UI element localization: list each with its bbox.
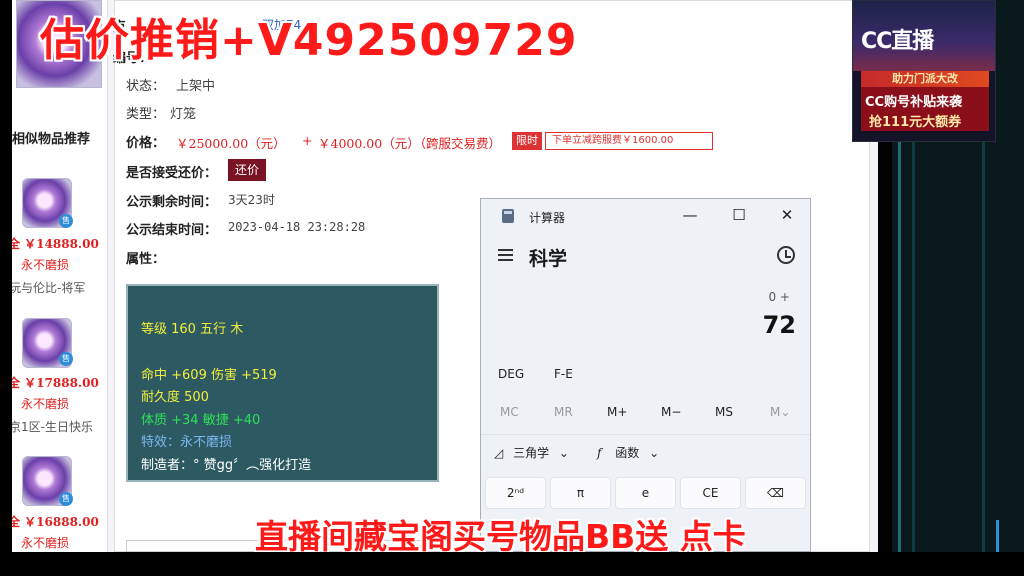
limited-time-discount: 下单立减跨服费￥1600.00: [545, 132, 713, 150]
mode-title: 科学: [529, 248, 568, 270]
function-dropdown[interactable]: f 函数 ⌄: [597, 444, 659, 461]
function-icon: f: [597, 446, 602, 460]
similar-items-title: 相似物品推荐: [12, 132, 91, 147]
status-value: 上架中: [176, 79, 216, 94]
similar-item-price: 全 ￥16888.00: [12, 515, 99, 529]
remaining-time-value: 3天23时: [228, 193, 275, 207]
maker-line: 制造者：° 赞gg〞︵强化打造: [141, 458, 312, 473]
second-key[interactable]: 2ⁿᵈ: [485, 477, 546, 509]
chevron-down-icon: ⌄: [558, 446, 569, 460]
result-display: 72: [762, 311, 796, 339]
hit-damage-line: 命中 +609 伤害 +519: [141, 368, 277, 383]
maximize-button[interactable]: ☐: [727, 205, 751, 225]
cc-live-promo[interactable]: CC直播 助力门派大改 CC购号补贴来袭 抢111元大额券: [852, 0, 996, 142]
m-minus-button[interactable]: M−: [661, 405, 681, 419]
similar-item-server[interactable]: 玩与伦比-将军: [12, 279, 85, 296]
attributes-panel: 等级 160 五行 木 命中 +609 伤害 +519 耐久度 500 体质 +…: [126, 284, 439, 482]
similar-item-server[interactable]: 京1区-生日快乐: [12, 418, 93, 435]
letterbox-bar: [0, 552, 1024, 576]
similar-item-tag: 永不磨损: [21, 536, 70, 550]
function-label: 函数: [615, 446, 640, 460]
durability-line: 耐久度 500: [141, 390, 209, 405]
cc-live-logo: CC直播: [861, 29, 934, 54]
price-label: 价格：: [126, 136, 166, 151]
expression: 0 +: [768, 290, 790, 304]
calculator-window[interactable]: 计算器 — ☐ ✕ 科学 0 + 72 DEG F-E MC MR M+ M− …: [480, 198, 811, 552]
similar-item-price: 全 ￥14888.00: [12, 237, 99, 251]
attributes-label: 属性：: [126, 252, 166, 267]
overlay-ad-bottom: 直播间藏宝阁买号物品BB送 点卡: [255, 517, 746, 556]
counter-offer-button[interactable]: 还价: [228, 159, 266, 181]
end-time-label: 公示结束时间：: [126, 223, 218, 238]
deg-button[interactable]: DEG: [498, 367, 524, 381]
status-label: 状态：: [126, 79, 166, 94]
stats-line: 体质 +34 敏捷 +40: [141, 413, 261, 428]
promo-line-2: 抢111元大额券: [869, 115, 962, 130]
close-button[interactable]: ✕: [775, 205, 799, 225]
fe-button[interactable]: F-E: [554, 367, 573, 381]
sell-badge: 售: [59, 352, 73, 366]
m-plus-button[interactable]: M+: [607, 405, 627, 419]
divider: [898, 140, 901, 552]
clear-entry-key[interactable]: CE: [680, 477, 741, 509]
type-value: 灯笼: [170, 107, 197, 122]
backspace-key[interactable]: ⌫: [745, 477, 806, 509]
history-icon[interactable]: [777, 246, 795, 264]
minimize-button[interactable]: —: [678, 205, 702, 225]
sell-badge: 售: [59, 492, 73, 506]
ms-button[interactable]: MS: [715, 405, 733, 419]
counter-offer-label: 是否接受还价：: [126, 166, 218, 181]
end-time-value: 2023-04-18 23:28:28: [228, 220, 366, 234]
pi-key[interactable]: π: [550, 477, 611, 509]
e-key[interactable]: e: [615, 477, 676, 509]
calculator-icon: [502, 209, 514, 223]
overlay-ad-top: 估价推销+V492509729: [40, 15, 578, 66]
level-line: 等级 160 五行 木: [141, 322, 244, 337]
mc-button[interactable]: MC: [500, 405, 519, 419]
trig-dropdown[interactable]: ◿ 三角学 ⌄: [494, 444, 569, 461]
left-column: 相似物品推荐 售 全 ￥14888.00 永不磨损 玩与伦比-将军 售 全 ￥1…: [12, 0, 108, 552]
chevron-down-icon: ⌄: [649, 446, 660, 460]
memory-list-button[interactable]: M⌄: [770, 405, 790, 419]
similar-item-tag: 永不磨损: [21, 397, 70, 411]
window-title: 计算器: [529, 211, 566, 225]
price-value: ￥25000.00（元）: [176, 136, 286, 151]
similar-item-tag: 永不磨损: [21, 258, 70, 272]
promo-line-1: CC购号补贴来袭: [865, 95, 963, 110]
mr-button[interactable]: MR: [554, 405, 573, 419]
price-plus: +: [302, 133, 313, 148]
sell-badge: 售: [59, 214, 73, 228]
remaining-time-label: 公示剩余时间：: [126, 195, 218, 210]
promo-banner: 助力门派大改: [861, 71, 989, 87]
divider: [982, 140, 985, 552]
divider: [481, 434, 810, 435]
divider: [996, 520, 999, 552]
effect-line: 特效：永不磨损: [141, 435, 233, 450]
limited-time-tag: 限时: [512, 132, 542, 150]
triangle-icon: ◿: [494, 446, 504, 460]
similar-item-price: 全 ￥17888.00: [12, 376, 99, 390]
divider: [912, 140, 915, 552]
type-label: 类型：: [126, 107, 166, 122]
cross-server-fee: ￥4000.00（元）（跨服交易费）: [318, 136, 501, 151]
trig-label: 三角学: [513, 446, 550, 460]
menu-icon[interactable]: [498, 249, 513, 261]
